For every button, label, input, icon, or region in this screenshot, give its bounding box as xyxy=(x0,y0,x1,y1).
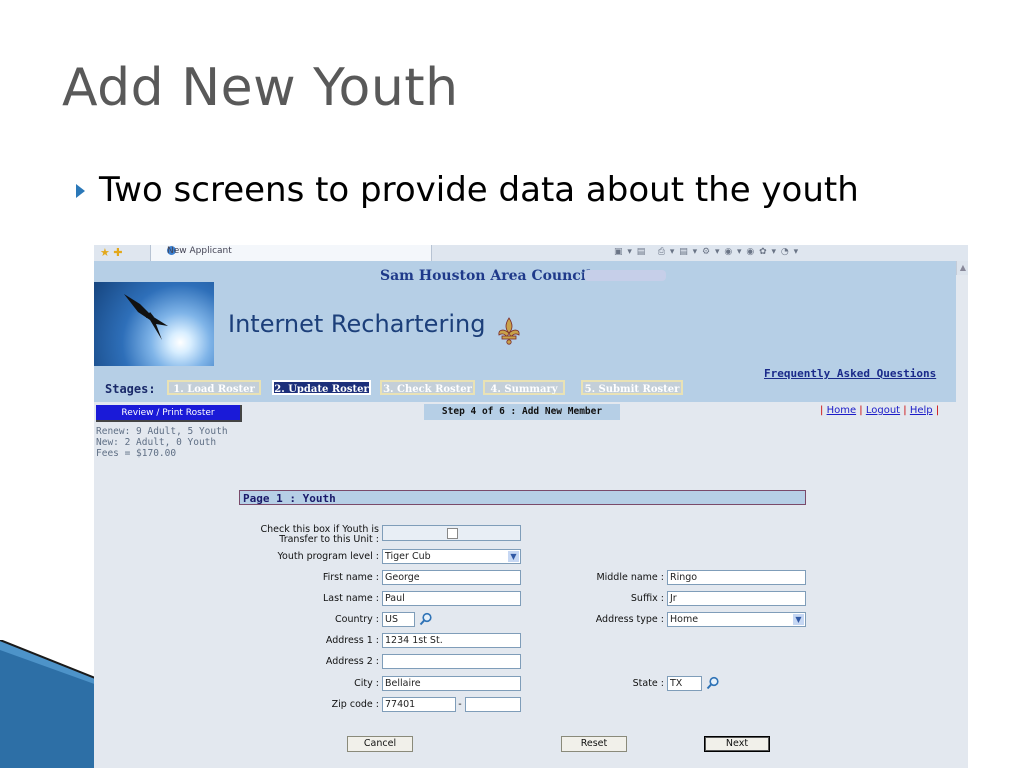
stage-tab-check-roster[interactable]: 3. Check Roster xyxy=(380,380,475,395)
review-print-roster-button[interactable]: Review / Print Roster xyxy=(96,405,242,422)
suffix-label: Suffix : xyxy=(630,593,664,604)
link-separator: | xyxy=(903,405,907,416)
browser-tools-icons[interactable]: ▣ ▾ ▤ ⎙ ▾ ▤ ▾ ⚙ ▾ ◉ ▾ ◉ ✿ ▾ ◔ ▾ xyxy=(614,247,799,257)
stage-tab-submit-roster[interactable]: 5. Submit Roster xyxy=(581,380,683,395)
address2-label: Address 2 : xyxy=(325,656,379,667)
zip-label: Zip code : xyxy=(331,699,379,710)
city-label: City : xyxy=(354,678,379,689)
search-icon[interactable] xyxy=(706,676,720,690)
page-heading: Page 1 : Youth xyxy=(239,490,806,505)
program-level-label: Youth program level : xyxy=(277,551,379,562)
transfer-label-line2: Transfer to this Unit : xyxy=(279,534,379,545)
chevron-down-icon[interactable]: ▼ xyxy=(508,551,519,562)
faq-link[interactable]: Frequently Asked Questions xyxy=(764,367,936,380)
link-separator: | xyxy=(859,405,863,416)
middle-name-label: Middle name : xyxy=(596,572,664,583)
reset-button[interactable]: Reset xyxy=(561,736,627,752)
link-separator: | xyxy=(820,405,824,416)
fees-total: Fees = $170.00 xyxy=(96,448,177,459)
transfer-checkbox[interactable] xyxy=(447,528,458,539)
slide-bullet: Two screens to provide data about the yo… xyxy=(76,170,859,210)
state-label: State : xyxy=(632,678,664,689)
bullet-arrow-icon xyxy=(76,184,85,198)
decorative-wedge-icon xyxy=(0,640,100,768)
stage-tab-load-roster[interactable]: 1. Load Roster xyxy=(167,380,261,395)
eagle-icon xyxy=(124,294,168,340)
address2-input[interactable] xyxy=(382,654,521,669)
address-type-value: Home xyxy=(670,614,699,625)
bullet-text: Two screens to provide data about the yo… xyxy=(99,170,859,210)
favorites-star-icon[interactable]: ★ ✚ xyxy=(100,246,123,259)
eagle-logo xyxy=(94,282,214,366)
first-name-input[interactable]: George xyxy=(382,570,521,585)
next-button[interactable]: Next xyxy=(704,736,770,752)
last-name-label: Last name : xyxy=(323,593,379,604)
zip-dash: - xyxy=(458,699,462,710)
page-header: Sam Houston Area Council: Internet Recha… xyxy=(94,261,956,402)
renew-count: Renew: 9 Adult, 5 Youth xyxy=(96,426,228,437)
logout-link[interactable]: Logout xyxy=(866,405,900,416)
browser-tab-title: New Applicant xyxy=(167,246,232,256)
scrollbar-up-arrow[interactable]: ▲ xyxy=(956,261,968,275)
step-indicator: Step 4 of 6 : Add New Member xyxy=(424,404,620,420)
council-name: Sam Houston Area Council: xyxy=(380,268,597,284)
slide-title: Add New Youth xyxy=(62,58,459,118)
transfer-box xyxy=(382,525,521,541)
country-label: Country : xyxy=(335,614,379,625)
browser-tab[interactable]: New Applicant xyxy=(150,245,432,262)
address-type-select[interactable]: Home ▼ xyxy=(667,612,806,627)
suffix-input[interactable]: Jr xyxy=(667,591,806,606)
stages-label: Stages: xyxy=(105,382,156,396)
zip-ext-input[interactable] xyxy=(465,697,521,712)
redacted-unit xyxy=(584,270,666,281)
address1-label: Address 1 : xyxy=(325,635,379,646)
help-link[interactable]: Help xyxy=(910,405,933,416)
program-level-value: Tiger Cub xyxy=(385,551,431,562)
program-level-select[interactable]: Tiger Cub ▼ xyxy=(382,549,521,564)
link-separator: | xyxy=(935,405,940,416)
address1-input[interactable]: 1234 1st St. xyxy=(382,633,521,648)
screenshot-window: ★ ✚ New Applicant ▣ ▾ ▤ ⎙ ▾ ▤ ▾ ⚙ ▾ ◉ ▾ … xyxy=(94,245,968,768)
last-name-input[interactable]: Paul xyxy=(382,591,521,606)
browser-toolbar: ★ ✚ New Applicant ▣ ▾ ▤ ⎙ ▾ ▤ ▾ ⚙ ▾ ◉ ▾ … xyxy=(94,245,968,262)
app-title: Internet Rechartering xyxy=(228,310,486,338)
search-icon[interactable] xyxy=(419,612,433,626)
roster-counts: Renew: 9 Adult, 5 Youth New: 2 Adult, 0 … xyxy=(96,426,228,459)
country-input[interactable]: US xyxy=(382,612,415,627)
home-link[interactable]: Home xyxy=(827,405,857,416)
state-input[interactable]: TX xyxy=(667,676,702,691)
top-links: | Home | Logout | Help | xyxy=(820,405,939,416)
zip-input[interactable]: 77401 xyxy=(382,697,456,712)
stage-tab-summary[interactable]: 4. Summary xyxy=(483,380,565,395)
city-input[interactable]: Bellaire xyxy=(382,676,521,691)
chevron-down-icon[interactable]: ▼ xyxy=(793,614,804,625)
middle-name-input[interactable]: Ringo xyxy=(667,570,806,585)
fleur-de-lis-icon xyxy=(498,317,520,345)
new-count: New: 2 Adult, 0 Youth xyxy=(96,437,217,448)
cancel-button[interactable]: Cancel xyxy=(347,736,413,752)
stage-tab-update-roster[interactable]: 2. Update Roster xyxy=(272,380,371,395)
first-name-label: First name : xyxy=(322,572,379,583)
address-type-label: Address type : xyxy=(595,614,664,625)
